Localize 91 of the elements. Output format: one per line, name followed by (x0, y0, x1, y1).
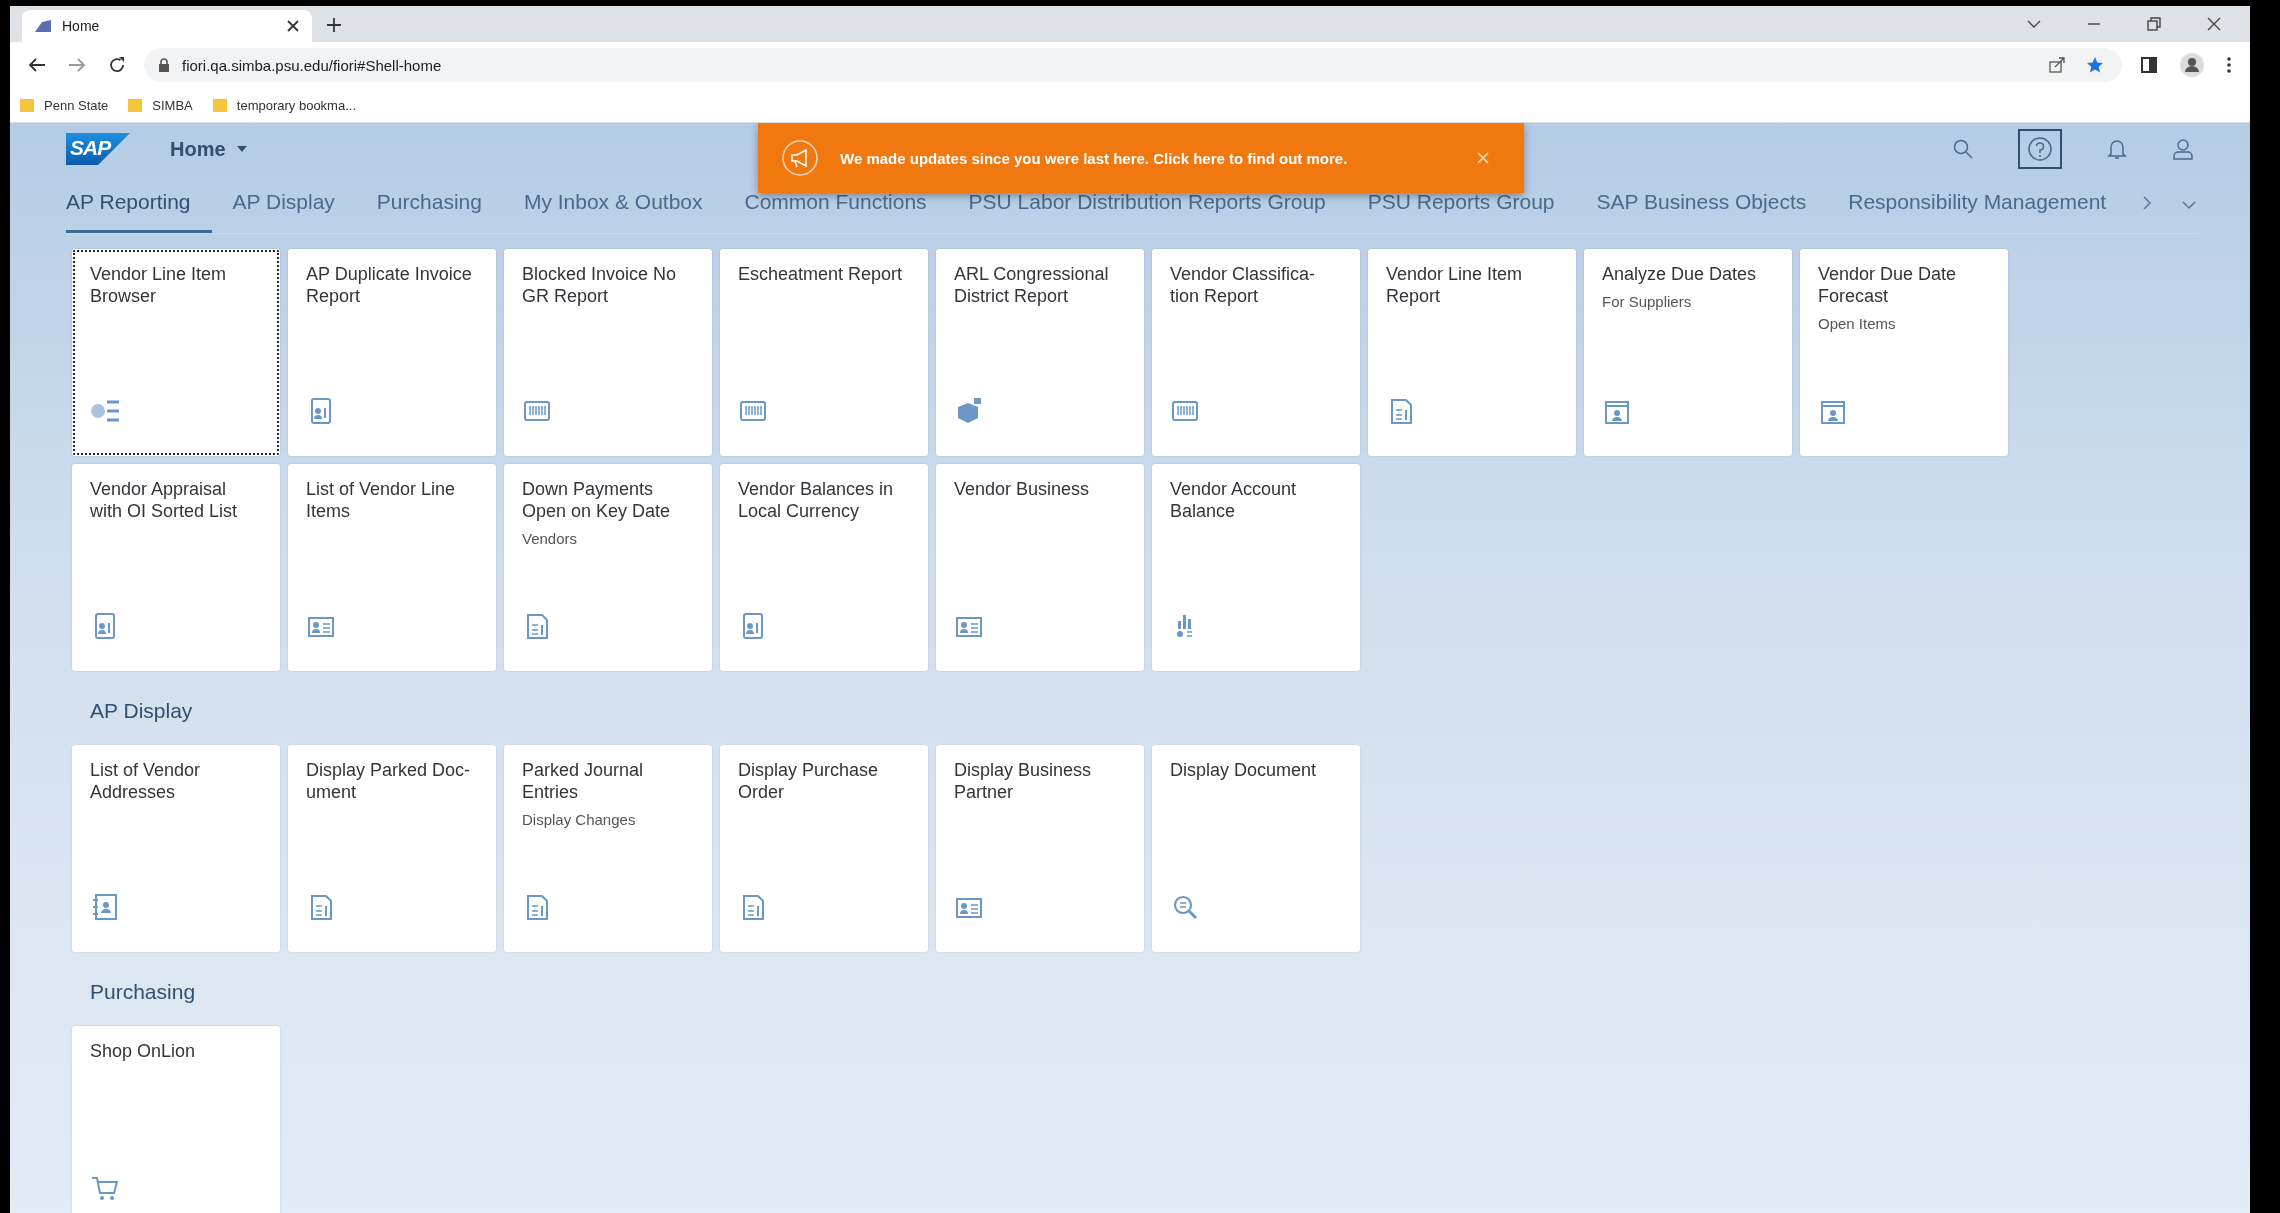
app-tile[interactable]: Vendor Appraisal with OI Sorted List (72, 464, 280, 671)
tile-subtitle: Vendors (522, 530, 579, 547)
tile-title: Vendor Classifica-tion Report (1170, 263, 1317, 307)
plus-icon[interactable] (326, 17, 342, 33)
tile-title: Blocked Invoice No GR Report (522, 263, 678, 307)
more-icon[interactable] (2226, 56, 2232, 74)
app-tile[interactable]: List of Vendor Addresses (72, 745, 280, 952)
tile-title: Display Document (1170, 759, 1318, 781)
lock-icon (158, 58, 170, 72)
home-menu[interactable]: Home (170, 137, 248, 161)
folder-icon (20, 98, 34, 112)
tile-title: List of Vendor Addresses (90, 759, 202, 803)
tile-title: Escheatment Report (738, 263, 904, 285)
tile-subtitle: Open Items (1818, 315, 1897, 332)
tile-title: Display Business Partner (954, 759, 1093, 803)
tile-title: ARL Congressional District Report (954, 263, 1110, 307)
bookmark[interactable]: SIMBA (128, 97, 193, 113)
tile-title: Vendor Line Item Browser (90, 263, 228, 307)
anchor-tab[interactable]: PSU Labor Distribution Reports Group (947, 190, 1347, 233)
bell-icon[interactable] (2106, 137, 2128, 161)
tile-title: Analyze Due Dates (1602, 263, 1758, 285)
app-tile[interactable]: ARL Congressional District Report (936, 249, 1144, 456)
address-field[interactable]: fiori.qa.simba.psu.edu/fiori#Shell-home (144, 48, 2122, 82)
star-icon[interactable] (2086, 56, 2104, 74)
anchor-tab[interactable]: AP Reporting (66, 190, 212, 233)
anchor-tab[interactable]: AP Display (211, 190, 356, 233)
folder-icon (128, 98, 143, 112)
app-tile[interactable]: Display Parked Doc-ument (288, 745, 496, 952)
share-icon[interactable] (2048, 56, 2066, 74)
tile-title: Vendor Line Item Report (1386, 263, 1524, 307)
app-tile[interactable]: Vendor Line Item Browser (72, 249, 280, 456)
caret-icon (235, 145, 248, 153)
reload-icon[interactable] (108, 56, 126, 74)
back-icon[interactable] (28, 57, 46, 73)
chevron-right-icon[interactable] (2141, 195, 2154, 211)
app-tile[interactable]: Display Document (1152, 745, 1360, 952)
anchor-tab[interactable]: PSU Reports Group (1346, 190, 1576, 233)
anchor-tab[interactable]: Common Functions (723, 190, 948, 233)
tile-title: Vendor Business (954, 478, 1091, 500)
close-icon (286, 19, 300, 33)
tile-title: List of Vendor Line Items (306, 478, 457, 522)
app-tile[interactable]: Vendor Line Item Report (1368, 249, 1576, 456)
app-tile[interactable]: Vendor Business (936, 464, 1144, 671)
forward-icon (68, 57, 86, 73)
tile-title: Down Payments Open on Key Date (522, 478, 672, 522)
app-tile[interactable]: AP Duplicate Invoice Report (288, 249, 496, 456)
app-tile[interactable]: Down Payments Open on Key Date Vendors (504, 464, 712, 671)
profile-icon[interactable] (2180, 53, 2204, 77)
anchor-tab[interactable]: SAP Business Objects (1575, 190, 1828, 233)
tile-title: Vendor Balances in Local Currency (738, 478, 895, 522)
app-tile[interactable]: List of Vendor Line Items (288, 464, 496, 671)
app-tile[interactable]: Vendor Account Balance (1152, 464, 1360, 671)
folder-icon (212, 98, 227, 112)
side-panel-icon[interactable] (2140, 56, 2158, 74)
tile-title: Vendor Account Balance (1170, 478, 1298, 522)
sap-logo[interactable]: SAP (66, 133, 130, 165)
tile-subtitle: Display Changes (522, 811, 637, 828)
app-tile[interactable]: Display Purchase Order (720, 745, 928, 952)
tile-title: Vendor Appraisal with OI Sorted List (90, 478, 239, 522)
browser-tab[interactable]: Home (22, 10, 312, 42)
close-icon[interactable] (2206, 16, 2222, 32)
megaphone-icon (782, 140, 818, 176)
tile-title: AP Duplicate Invoice Report (306, 263, 473, 307)
app-tile[interactable]: Analyze Due Dates For Suppliers (1584, 249, 1792, 456)
tile-title: Vendor Due Date Forecast (1818, 263, 1958, 307)
tile-title: Display Parked Doc-ument (306, 759, 472, 803)
anchor-tab[interactable]: Purchasing (355, 190, 503, 233)
app-tile[interactable]: Shop OnLion (72, 1026, 280, 1213)
app-tile[interactable]: Vendor Due Date Forecast Open Items (1800, 249, 2008, 456)
help-icon[interactable] (2018, 129, 2062, 169)
tile-title: Display Purchase Order (738, 759, 880, 803)
app-tile[interactable]: Blocked Invoice No GR Report (504, 249, 712, 456)
anchor-tab[interactable]: Responsibility Management (1827, 190, 2128, 233)
search-icon[interactable] (1952, 138, 1974, 160)
tile-subtitle: For Suppliers (1602, 293, 1693, 310)
app-tile[interactable]: Escheatment Report (720, 249, 928, 456)
tile-title: Shop OnLion (90, 1040, 197, 1062)
group-title: Purchasing (89, 979, 197, 1005)
tile-title: Parked Journal Entries (522, 759, 645, 803)
app-tile[interactable]: Vendor Classifica-tion Report (1152, 249, 1360, 456)
app-tile[interactable]: Vendor Balances in Local Currency (720, 464, 928, 671)
group-title: AP Display (89, 698, 194, 724)
user-icon[interactable] (2172, 137, 2194, 161)
anchor-tab[interactable]: My Inbox & Outbox (502, 190, 724, 233)
app-tile[interactable]: Display Business Partner (936, 745, 1144, 952)
app-tile[interactable]: Parked Journal Entries Display Changes (504, 745, 712, 952)
address-book-icon (90, 892, 120, 922)
bookmark[interactable]: temporary bookma... (212, 97, 356, 113)
restore-icon[interactable] (2146, 16, 2162, 32)
bookmark[interactable]: Penn State (20, 97, 109, 113)
page-icon (34, 18, 52, 34)
